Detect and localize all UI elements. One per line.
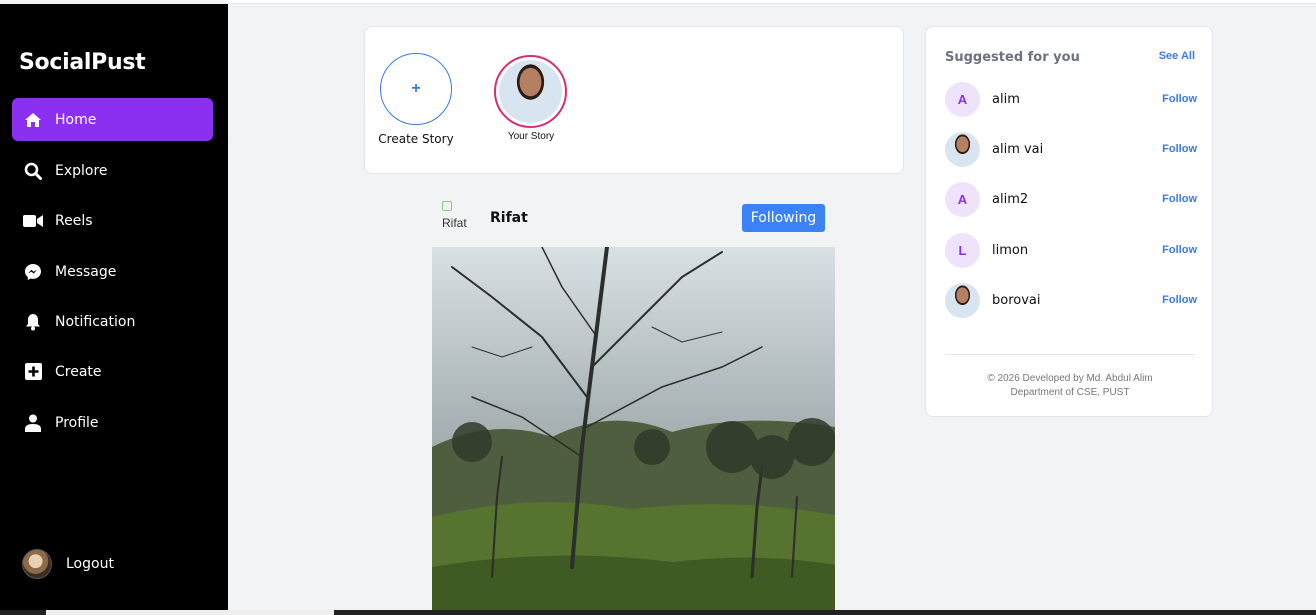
follow-button[interactable]: Follow [1162, 143, 1197, 155]
suggested-title: Suggested for you [945, 50, 1080, 65]
user-icon [23, 413, 43, 433]
credit-line: Department of CSE, PUST [1010, 387, 1130, 398]
see-all-link[interactable]: See All [1159, 50, 1195, 62]
create-story-label: Create Story [378, 132, 454, 146]
plus-icon: + [411, 80, 421, 97]
bell-icon [23, 312, 43, 332]
avatar[interactable] [945, 282, 980, 318]
footer-credit: © 2026 Developed by Md. Abdul Alim Depar… [945, 372, 1195, 400]
plus-square-icon [23, 362, 43, 382]
sidebar-item-label: Explore [55, 162, 108, 179]
follow-button[interactable]: Follow [1162, 193, 1197, 205]
avatar [22, 549, 52, 579]
suggested-username[interactable]: alim2 [992, 192, 1162, 207]
sidebar-item-message[interactable]: Message [12, 250, 213, 293]
home-icon [23, 110, 43, 130]
sidebar-item-label: Create [55, 363, 102, 380]
sidebar: SocialPust Home Explore Reels Message No… [0, 4, 228, 615]
stories-panel: + Create Story Your Story [364, 26, 904, 174]
suggested-user-row: A alim2 Follow [945, 181, 1197, 217]
suggested-user-row: alim vai Follow [945, 131, 1197, 167]
follow-button[interactable]: Follow [1162, 294, 1197, 306]
suggested-user-row: A alim Follow [945, 81, 1197, 117]
follow-button[interactable]: Follow [1162, 93, 1197, 105]
suggested-username[interactable]: alim vai [992, 142, 1162, 157]
suggested-username[interactable]: borovai [992, 293, 1162, 308]
broken-image-icon [442, 201, 452, 211]
taskbar-strip [0, 610, 1316, 615]
sidebar-item-label: Home [55, 111, 97, 128]
post-avatar[interactable]: Rifat [442, 201, 472, 235]
suggested-panel: Suggested for you See All A alim Follow … [925, 26, 1213, 417]
suggested-user-row: L limon Follow [945, 232, 1197, 268]
top-border [228, 0, 1316, 4]
suggested-username[interactable]: limon [992, 243, 1162, 258]
logout-label: Logout [66, 556, 114, 572]
video-icon [23, 211, 43, 231]
sidebar-item-profile[interactable]: Profile [12, 401, 213, 444]
landscape-photo [432, 247, 835, 615]
avatar[interactable] [945, 131, 980, 167]
avatar[interactable]: A [945, 181, 980, 217]
credit-line: © 2026 Developed by Md. Abdul Alim [987, 373, 1153, 384]
avatar-alt-text: Rifat [442, 216, 467, 230]
sidebar-item-label: Message [55, 263, 117, 280]
following-button[interactable]: Following [742, 204, 825, 232]
sidebar-item-notification[interactable]: Notification [12, 300, 213, 343]
post-image[interactable] [432, 247, 835, 615]
avatar [499, 60, 562, 123]
sidebar-item-label: Reels [55, 212, 93, 229]
post-header: Rifat Rifat Following [432, 198, 835, 246]
logout-button[interactable]: Logout [22, 549, 114, 579]
follow-button[interactable]: Follow [1162, 244, 1197, 256]
divider [945, 354, 1195, 355]
suggested-username[interactable]: alim [992, 92, 1162, 107]
sidebar-item-home[interactable]: Home [12, 98, 213, 141]
your-story-label: Your Story [507, 131, 555, 142]
sidebar-item-label: Notification [55, 313, 136, 330]
sidebar-item-create[interactable]: Create [12, 350, 213, 393]
create-story-button[interactable]: + [380, 53, 452, 125]
sidebar-item-explore[interactable]: Explore [12, 149, 213, 192]
avatar[interactable]: L [945, 232, 980, 268]
search-icon [23, 161, 43, 181]
taskbar-segment [46, 610, 334, 615]
messenger-icon [23, 262, 43, 282]
sidebar-item-reels[interactable]: Reels [12, 199, 213, 242]
post-username[interactable]: Rifat [490, 210, 528, 226]
sidebar-item-label: Profile [55, 414, 99, 431]
suggested-user-row: borovai Follow [945, 282, 1197, 318]
avatar[interactable]: A [945, 81, 980, 117]
brand-logo[interactable]: SocialPust [19, 50, 146, 75]
your-story-avatar[interactable] [494, 55, 567, 128]
